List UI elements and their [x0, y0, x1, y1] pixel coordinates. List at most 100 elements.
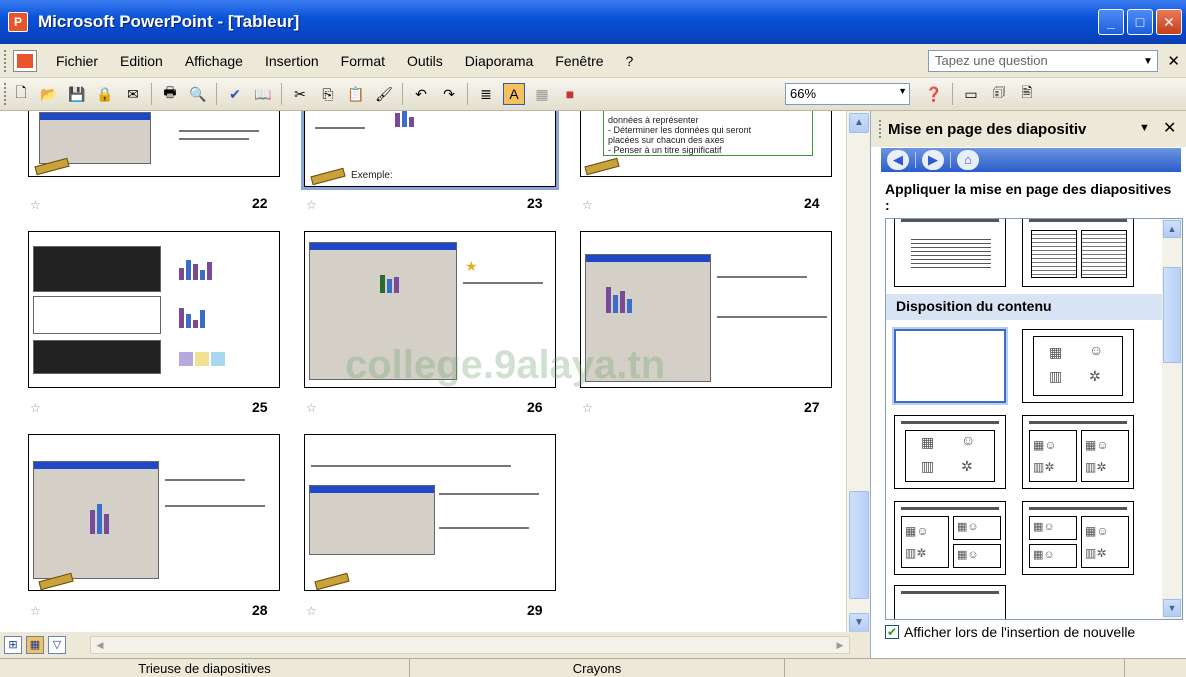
new-slide-icon[interactable]: 🗊 [988, 83, 1010, 105]
paste-icon[interactable]: 📋 [345, 83, 367, 105]
normal-view-icon[interactable]: ⊞ [4, 636, 22, 654]
slide-show-icon[interactable]: ▭ [960, 83, 982, 105]
open-folder-icon[interactable]: 📂 [38, 83, 60, 105]
menu-edition[interactable]: Edition [109, 53, 174, 69]
spelling-icon[interactable]: ✔ [224, 83, 246, 105]
grid-icon[interactable]: ▦ [531, 83, 553, 105]
home-icon[interactable]: ⌂ [957, 150, 979, 170]
forward-icon[interactable]: ▶ [922, 150, 944, 170]
show-on-insert-checkbox-row[interactable]: ✔ Afficher lors de l'insertion de nouvel… [885, 624, 1135, 640]
slide-sorter-vertical-scrollbar[interactable]: ▲ ▼ [846, 111, 870, 633]
layout-partial[interactable] [894, 585, 1006, 619]
copy-icon[interactable]: ⎘ [317, 83, 339, 105]
slide-text-line [165, 479, 245, 481]
slide-thumbnail-22[interactable] [28, 111, 280, 177]
help-icon[interactable]: ❓ [923, 83, 945, 105]
zoom-select[interactable]: 66% ▼ [785, 83, 910, 105]
minimize-button[interactable]: _ [1098, 9, 1124, 35]
transition-icon[interactable]: ☆ [30, 604, 41, 618]
scroll-down-icon[interactable]: ▼ [849, 613, 869, 633]
powerpoint-app-icon[interactable]: P [8, 12, 28, 32]
redo-icon[interactable]: ↷ [438, 83, 460, 105]
task-pane-grip[interactable] [879, 120, 882, 138]
layout-title-content[interactable]: ▦ ☺ ▥ ✲ [894, 415, 1006, 489]
layout-title-text[interactable] [894, 219, 1006, 287]
scroll-right-icon[interactable]: ▶ [831, 637, 849, 653]
slide-show-view-icon[interactable]: ▽ [48, 636, 66, 654]
transition-icon[interactable]: ☆ [306, 401, 317, 415]
slide-thumbnail-29[interactable] [304, 434, 556, 591]
print-icon[interactable]: 🖶 [159, 83, 181, 105]
email-icon[interactable]: ✉ [122, 83, 144, 105]
layout-title-two-content-right[interactable]: ▦☺ ▦☺ ▦☺ ▥✲ [1022, 501, 1134, 575]
layout-gallery-scrollbar[interactable]: ▲ ▼ [1162, 219, 1182, 619]
slide-sorter-view-icon[interactable]: ▦ [26, 636, 44, 654]
menu-help[interactable]: ? [615, 53, 645, 69]
chevron-down-icon[interactable]: ▼ [1143, 56, 1153, 67]
menu-grip[interactable] [4, 49, 7, 72]
show-formatting-icon[interactable]: A [503, 83, 525, 105]
toolbar-separator [216, 83, 217, 105]
content-icons: ▦☺ [1085, 438, 1109, 452]
design-icon[interactable]: 🖹 [1016, 83, 1038, 105]
menu-format[interactable]: Format [330, 53, 396, 69]
diagram-icon: ✲ [961, 458, 973, 474]
document-icon[interactable] [13, 49, 37, 72]
ask-question-input[interactable]: Tapez une question [928, 50, 1158, 72]
scroll-up-icon[interactable]: ▲ [1163, 220, 1181, 238]
layout-blank[interactable] [894, 329, 1006, 403]
chevron-down-icon[interactable]: ▼ [898, 86, 907, 96]
close-icon[interactable]: ✕ [1163, 118, 1176, 138]
menu-diaporama[interactable]: Diaporama [454, 53, 544, 69]
research-icon[interactable]: 📖 [252, 83, 274, 105]
cut-icon[interactable]: ✂ [289, 83, 311, 105]
slide-thumbnail-28[interactable] [28, 434, 280, 591]
scroll-thumb[interactable] [1163, 267, 1181, 363]
horizontal-scrollbar[interactable]: ◀ ▶ [90, 636, 850, 654]
show-on-insert-checkbox[interactable]: ✔ [885, 625, 899, 639]
slide-thumbnail-24[interactable]: données à représenter - Déterminer les d… [580, 111, 832, 177]
scroll-left-icon[interactable]: ◀ [91, 637, 109, 653]
menu-fenetre[interactable]: Fenêtre [544, 53, 614, 69]
transition-icon[interactable]: ☆ [582, 401, 593, 415]
save-icon[interactable]: 💾 [66, 83, 88, 105]
slide-number: 27 [804, 399, 820, 415]
close-button[interactable]: ✕ [1156, 9, 1182, 35]
toolbar-grip[interactable] [4, 83, 7, 105]
toolbar-separator [151, 83, 152, 105]
expand-all-icon[interactable]: ≣ [475, 83, 497, 105]
new-document-icon[interactable]: 🗋 [10, 83, 32, 105]
status-view: Trieuse de diapositives [0, 659, 410, 677]
close-document-icon[interactable]: ✕ [1167, 52, 1180, 70]
menu-fichier[interactable]: Fichier [45, 53, 109, 69]
print-preview-icon[interactable]: 🔍 [187, 83, 209, 105]
chevron-down-icon[interactable]: ▼ [1139, 122, 1150, 134]
slide-image [39, 112, 151, 164]
menu-affichage[interactable]: Affichage [174, 53, 254, 69]
scroll-thumb[interactable] [849, 491, 869, 599]
table-icon: ▦ [1049, 344, 1063, 360]
undo-icon[interactable]: ↶ [410, 83, 432, 105]
layout-content[interactable]: ▦ ☺ ▥ ✲ [1022, 329, 1134, 403]
content-layout-section: Disposition du contenu [886, 294, 1162, 320]
menu-insertion[interactable]: Insertion [254, 53, 330, 69]
permission-icon[interactable]: 🔒 [94, 83, 116, 105]
back-icon[interactable]: ◀ [887, 150, 909, 170]
format-painter-icon[interactable]: 🖌 [373, 83, 395, 105]
color-grayscale-icon[interactable]: ■ [559, 83, 581, 105]
slide-thumbnail-25[interactable] [28, 231, 280, 388]
transition-icon[interactable]: ☆ [30, 401, 41, 415]
transition-icon[interactable]: ☆ [306, 604, 317, 618]
status-design: Crayons [410, 659, 785, 677]
transition-icon[interactable]: ☆ [306, 198, 317, 212]
maximize-button[interactable]: □ [1127, 9, 1153, 35]
scroll-up-icon[interactable]: ▲ [849, 113, 869, 133]
scroll-down-icon[interactable]: ▼ [1163, 599, 1181, 617]
transition-icon[interactable]: ☆ [30, 198, 41, 212]
slide-thumbnail-23[interactable]: Exemple: [304, 111, 556, 187]
layout-title-two-content[interactable]: ▦☺ ▦☺ ▥✲ ▥✲ [1022, 415, 1134, 489]
menu-outils[interactable]: Outils [396, 53, 454, 69]
transition-icon[interactable]: ☆ [582, 198, 593, 212]
layout-two-columns[interactable] [1022, 219, 1134, 287]
layout-title-content-two[interactable]: ▦☺ ▥✲ ▦☺ ▦☺ [894, 501, 1006, 575]
